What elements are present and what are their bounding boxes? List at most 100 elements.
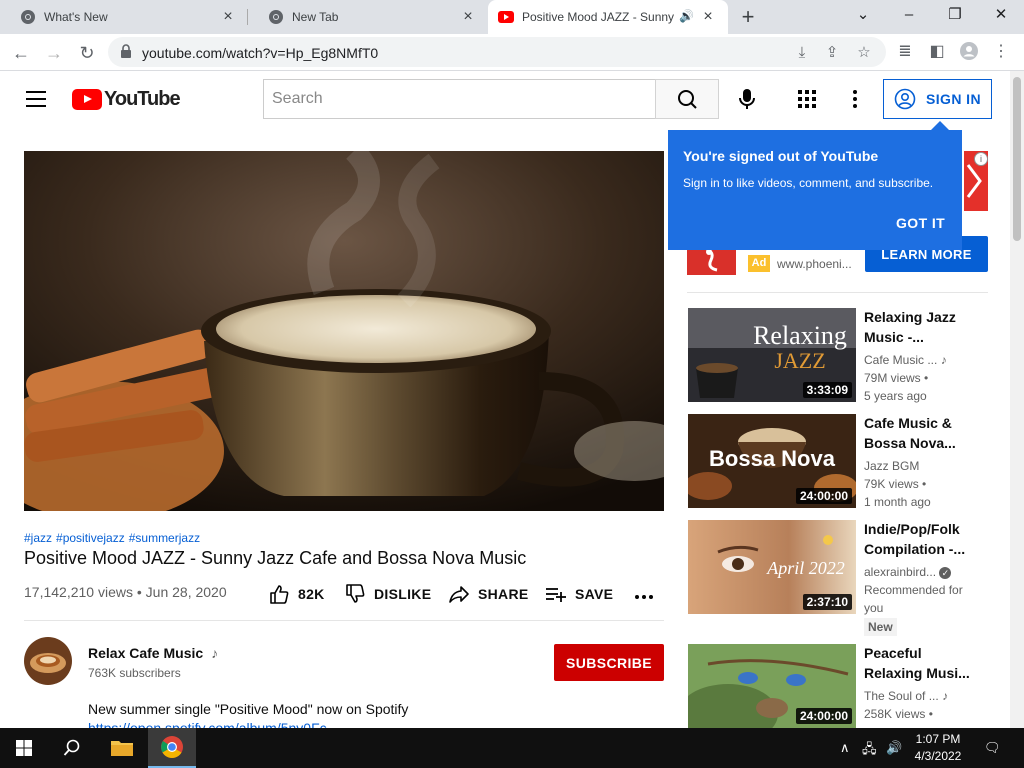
close-tab-icon[interactable]: × (460, 9, 476, 25)
start-button[interactable] (0, 728, 48, 768)
close-window-button[interactable]: ✕ (978, 0, 1024, 34)
more-actions-icon[interactable] (634, 585, 654, 609)
page-scrollbar[interactable] (1010, 71, 1024, 728)
dislike-button[interactable]: DISLIKE (344, 582, 431, 606)
share-arrow-icon (449, 586, 469, 603)
duration-badge: 24:00:00 (795, 488, 852, 504)
windows-logo-icon (16, 740, 32, 756)
got-it-button[interactable]: GOT IT (896, 215, 945, 231)
rec-title[interactable]: Relaxing Jazz Music -... (864, 307, 994, 347)
rec-age: 1 month ago (864, 495, 931, 509)
chrome-icon (21, 10, 35, 24)
search-input[interactable] (263, 79, 656, 119)
rec-channel-text: The Soul of ... (864, 689, 939, 703)
notifications-icon[interactable]: 🗨 (984, 740, 1001, 756)
rec-title-line: Music -... (864, 329, 924, 345)
forward-button[interactable]: → (41, 40, 67, 66)
chrome-icon (161, 736, 183, 758)
youtube-masthead: YouTube SIGN IN (0, 71, 1010, 127)
hashtag-link[interactable]: #jazz (24, 531, 52, 545)
install-app-icon[interactable]: ⤓ (792, 43, 812, 63)
close-tab-icon[interactable]: × (220, 9, 236, 25)
like-button[interactable]: 82K (268, 582, 325, 606)
scrollbar-thumb[interactable] (1013, 77, 1021, 241)
back-button[interactable]: ← (8, 40, 34, 66)
account-icon (894, 88, 916, 110)
tab-youtube-active[interactable]: Positive Mood JAZZ - Sunny Jazz Cafe and… (488, 0, 728, 34)
ad-url[interactable]: www.phoeni... (777, 257, 852, 271)
sign-in-button[interactable]: SIGN IN (883, 79, 992, 119)
guide-menu-icon[interactable] (26, 91, 46, 107)
address-bar[interactable]: youtube.com/watch?v=Hp_Eg8NMfT0 ⤓ ⇪ ☆ (108, 37, 886, 67)
profile-icon[interactable] (958, 41, 980, 63)
rec-title[interactable]: Cafe Music & Bossa Nova... (864, 413, 994, 453)
media-control-icon[interactable]: ≣ (894, 41, 916, 63)
rec-views: 258K views • (864, 707, 933, 721)
save-button[interactable]: SAVE (545, 582, 613, 606)
rec-thumbnail[interactable]: Bossa Nova 24:00:00 (688, 414, 856, 508)
chrome-menu-icon[interactable]: ⋮ (990, 41, 1012, 63)
rec-views-text: 258K views (864, 707, 926, 721)
system-clock[interactable]: 1:07 PM 4/3/2022 (906, 731, 970, 765)
youtube-play-logo-icon (72, 88, 102, 110)
bookmark-star-icon[interactable]: ☆ (854, 43, 874, 63)
video-player[interactable] (24, 151, 664, 511)
rec-channel[interactable]: Jazz BGM (864, 459, 919, 473)
close-tab-icon[interactable]: × (700, 9, 716, 25)
rec-channel[interactable]: Cafe Music ... ♪ (864, 353, 947, 367)
tab-whats-new[interactable]: What's New × (0, 0, 248, 34)
hashtag-link[interactable]: #positivejazz (56, 531, 125, 545)
minimize-button[interactable]: – (886, 0, 932, 34)
rec-channel-text: alexrainbird... (864, 565, 937, 579)
side-panel-icon[interactable]: ◧ (926, 41, 948, 63)
rec-recommended: Recommended for (864, 583, 963, 597)
subscribe-button[interactable]: SUBSCRIBE (554, 644, 664, 681)
new-tab-button[interactable]: + (738, 5, 758, 29)
ad-info-icon[interactable]: i (974, 152, 988, 166)
rec-title[interactable]: Indie/Pop/Folk Compilation -... (864, 519, 994, 559)
share-button[interactable]: SHARE (448, 582, 529, 606)
thumbs-down-icon (346, 584, 365, 603)
tab-title: New Tab (292, 10, 339, 24)
channel-name[interactable]: Relax Cafe Music ♪ (88, 645, 218, 661)
rec-title-line: Relaxing Jazz (864, 309, 956, 325)
tab-search-chevron-icon[interactable]: ⌄ (840, 0, 886, 34)
restore-button[interactable]: ❐ (932, 0, 978, 34)
upload-date: Jun 28, 2020 (145, 584, 227, 600)
microphone-icon[interactable] (733, 85, 761, 113)
hashtag-link[interactable]: #summerjazz (129, 531, 200, 545)
tab-strip: What's New × New Tab × Positive Mood JAZ… (0, 0, 1024, 34)
rec-recommended-2: you (864, 601, 884, 615)
tab-new-tab[interactable]: New Tab × (248, 0, 488, 34)
channel-avatar[interactable] (24, 637, 72, 685)
more-options-icon[interactable] (845, 89, 865, 109)
apps-grid-icon[interactable] (797, 89, 817, 109)
file-explorer-button[interactable] (98, 728, 146, 768)
rec-thumbnail[interactable]: Relaxing JAZZ 3:33:09 (688, 308, 856, 402)
music-note-icon: ♪ (211, 645, 219, 661)
show-hidden-icons-icon[interactable]: ∧ (840, 740, 850, 756)
verified-check-icon: ✓ (939, 567, 952, 579)
chrome-taskbar-button[interactable] (148, 728, 196, 768)
search-icon (678, 90, 697, 109)
volume-icon[interactable]: 🔊 (886, 740, 902, 756)
rec-thumbnail[interactable]: 24:00:00 (688, 644, 856, 728)
network-icon[interactable]: 🖧 (862, 740, 877, 762)
rec-views-text: 79M views (864, 371, 921, 385)
youtube-logo[interactable]: YouTube (72, 88, 181, 110)
rec-title-line: Relaxing Musi... (864, 665, 970, 681)
rec-views-text: 79K views (864, 477, 919, 491)
reload-button[interactable]: ↻ (74, 40, 100, 66)
rec-channel-text: Cafe Music ... (864, 353, 938, 367)
tab-title: What's New (44, 10, 108, 24)
rec-title[interactable]: Peaceful Relaxing Musi... (864, 643, 994, 683)
search-button[interactable] (655, 79, 719, 119)
thumbs-up-icon (270, 585, 289, 604)
taskbar-search-button[interactable] (48, 728, 96, 768)
rec-thumbnail[interactable]: April 2022 2:37:10 (688, 520, 856, 614)
share-icon[interactable]: ⇪ (822, 43, 842, 63)
speaker-icon[interactable]: 🔊 (679, 9, 694, 23)
rec-age: 5 years ago (864, 389, 927, 403)
rec-channel[interactable]: The Soul of ... ♪ (864, 689, 948, 703)
rec-channel[interactable]: alexrainbird... ✓ (864, 565, 952, 579)
